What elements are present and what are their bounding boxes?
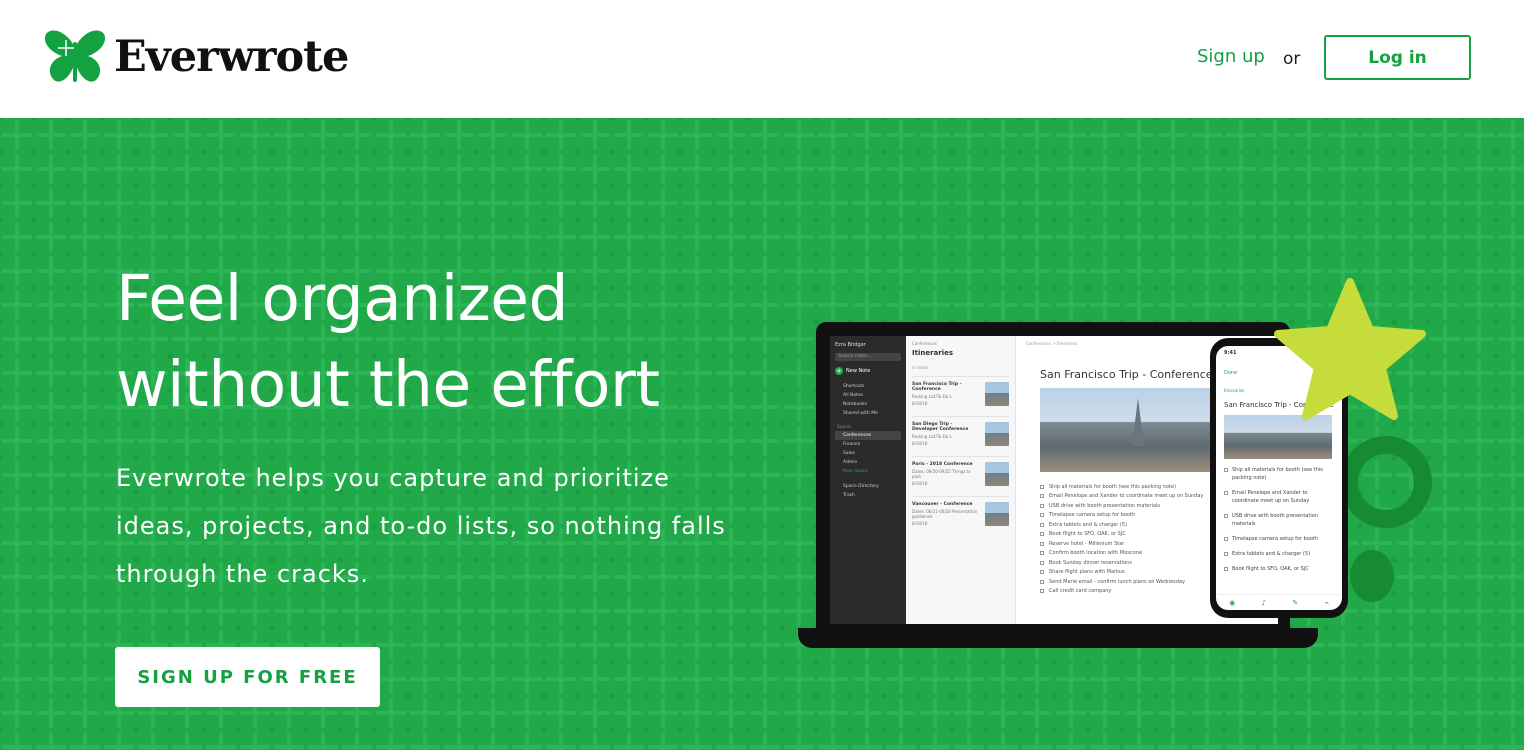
phone-checklist-item: USB drive with booth presentation materi… <box>1224 512 1334 528</box>
app-editor-photo <box>1040 388 1220 472</box>
app-note-sub: Dates: 06/21-06/28 Presentation guidelin… <box>912 509 978 519</box>
app-note-list: Conferences Itineraries 4 notes San Fran… <box>906 336 1016 624</box>
checkbox-icon <box>1224 567 1228 571</box>
app-note-thumbnail <box>985 462 1009 486</box>
headline-line-1: Feel organized <box>116 262 569 335</box>
log-in-button[interactable]: Log in <box>1324 35 1471 80</box>
app-space-item: New Space <box>843 469 868 474</box>
app-note-sub: Dates: 09/20-09/25 Things to pack <box>912 469 971 479</box>
devices-illustration: Ezra Bridger Search notes... + New Note … <box>790 268 1450 668</box>
app-editor-breadcrumb: Conferences > Itineraries <box>1026 341 1078 346</box>
or-separator: or <box>1283 49 1301 69</box>
app-note-card: San Diego Trip - Developer Conference Pa… <box>912 416 1009 456</box>
hero-subtext: Everwrote helps you capture and prioriti… <box>116 464 726 588</box>
app-note-title: San Francisco Trip - Conference <box>912 382 962 392</box>
decorative-blob <box>1350 550 1394 602</box>
app-note-date: 8/10/18 <box>912 481 928 486</box>
checkbox-icon <box>1224 514 1228 518</box>
phone-checklist-item: Book flight to SFO, OAK, or SJC <box>1224 565 1334 573</box>
brand-name: Everwrote <box>114 32 349 82</box>
phone-checklist-item: Timelapse camera setup for booth <box>1224 535 1334 543</box>
sign-up-for-free-button[interactable]: SIGN UP FOR FREE <box>115 647 380 707</box>
phone-checklist-item: Email Penelope and Xander to coordinate … <box>1224 489 1334 505</box>
app-note-title: San Diego Trip - Developer Conference <box>912 422 969 432</box>
phone-done: Done <box>1224 370 1238 376</box>
app-note-thumbnail <box>985 382 1009 406</box>
mic-icon: ♪ <box>1261 598 1267 607</box>
app-note-card: San Francisco Trip - Conference Packing … <box>912 376 1009 416</box>
checkbox-icon <box>1224 491 1228 495</box>
app-note-thumbnail <box>985 422 1009 446</box>
app-space-item: Conferences <box>835 431 901 440</box>
app-note-sub: Packing List/To-Do's <box>912 434 952 439</box>
attachment-icon: ⌁ <box>1324 598 1329 607</box>
elephant-logo-icon <box>44 30 106 82</box>
app-sidebar-item: Notebooks <box>843 402 867 407</box>
brand-logo[interactable]: Everwrote <box>42 26 349 88</box>
app-search: Search notes... <box>835 353 901 361</box>
checkbox-icon <box>1040 551 1044 556</box>
app-sidebar-item: All Notes <box>843 393 864 398</box>
app-space-item: Finance <box>843 442 861 447</box>
camera-icon: ◉ <box>1229 598 1236 607</box>
checkbox-icon <box>1040 570 1044 575</box>
app-note-list-breadcrumb: Conferences <box>912 341 937 346</box>
checkbox-icon <box>1040 503 1044 508</box>
app-note-card: Paris - 2018 Conference Dates: 09/20-09/… <box>912 456 1009 496</box>
app-note-title: Vancouver - Conference <box>912 502 973 507</box>
app-note-title: Paris - 2018 Conference <box>912 462 973 467</box>
checkbox-icon <box>1040 579 1044 584</box>
app-sidebar: Ezra Bridger Search notes... + New Note … <box>830 336 906 624</box>
phone-checklist-item: Ship all materials for booth (see this p… <box>1224 466 1334 482</box>
app-spaces-heading: Spaces <box>837 424 852 429</box>
app-note-date: 8/10/18 <box>912 441 928 446</box>
checkbox-icon <box>1040 513 1044 518</box>
checkbox-icon <box>1040 494 1044 499</box>
app-sidebar-footer-item: Space Directory <box>843 484 879 489</box>
checkbox-icon <box>1224 537 1228 541</box>
app-space-item: Admin <box>843 460 858 465</box>
app-note-sub: Packing List/To-Do's <box>912 394 952 399</box>
decorative-ring <box>1340 436 1432 528</box>
hero-headline: Feel organized without the effort <box>116 256 796 428</box>
app-sidebar-footer-item: Trash <box>843 493 855 498</box>
app-new-note: + New Note <box>835 367 901 375</box>
app-sidebar-item: Shortcuts <box>843 384 865 389</box>
checkbox-icon <box>1224 468 1228 472</box>
phone-note-photo <box>1224 415 1332 459</box>
checkbox-icon <box>1040 532 1044 537</box>
hero-section: Feel organized without the effort Everwr… <box>0 118 1524 750</box>
site-header: Everwrote Sign up or Log in <box>0 0 1524 118</box>
plus-icon: + <box>835 367 843 375</box>
checkbox-icon <box>1224 552 1228 556</box>
app-note-count: 4 notes <box>912 366 929 371</box>
checkbox-icon <box>1040 484 1044 489</box>
app-notebook-title: Itineraries <box>912 349 954 357</box>
sign-up-link[interactable]: Sign up <box>1197 46 1265 67</box>
checkbox-icon <box>1040 541 1044 546</box>
app-new-note-label: New Note <box>846 368 871 374</box>
star-icon <box>1274 278 1426 420</box>
checkbox-icon <box>1040 560 1044 565</box>
checkbox-icon <box>1040 589 1044 594</box>
headline-line-2: without the effort <box>116 348 660 421</box>
app-note-thumbnail <box>985 502 1009 526</box>
phone-checklist-item: Extra tablets and & charger (5) <box>1224 550 1334 558</box>
checkbox-icon <box>1040 522 1044 527</box>
app-note-date: 8/10/18 <box>912 521 928 526</box>
pen-icon: ✎ <box>1292 598 1299 607</box>
phone-bottom-bar: ◉ ♪ ✎ ⌁ <box>1216 594 1342 610</box>
app-note-date: 8/10/18 <box>912 401 928 406</box>
app-sidebar-item: Shared with Me <box>843 411 878 416</box>
app-space-item: Sales <box>843 451 855 456</box>
app-user-name: Ezra Bridger <box>835 342 866 348</box>
app-note-card: Vancouver - Conference Dates: 06/21-06/2… <box>912 496 1009 536</box>
